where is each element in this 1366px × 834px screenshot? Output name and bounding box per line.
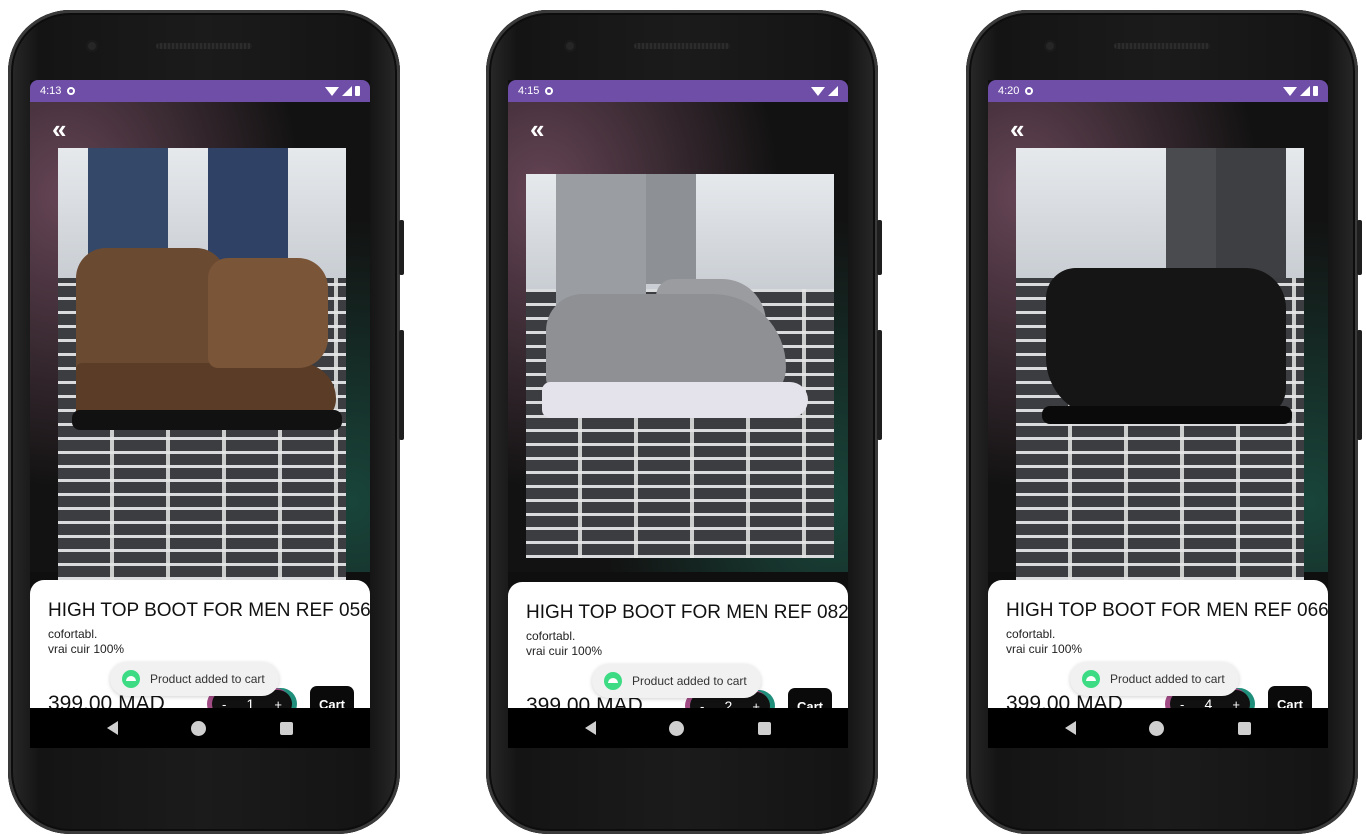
back-icon[interactable]: « [52, 116, 66, 142]
android-icon [1082, 670, 1100, 688]
toast-notification: Product added to cart [110, 662, 279, 696]
toast-notification: Product added to cart [592, 664, 761, 698]
battery-icon [355, 86, 360, 96]
product-card: HIGH TOP BOOT FOR MEN REF 082 cofortabl.… [508, 582, 848, 724]
product-image [526, 174, 834, 558]
screen: 4:20 « HIGH TOP BOOT FOR MEN REF 066 cof… [988, 80, 1328, 748]
wifi-icon [325, 86, 339, 96]
product-description: cofortabl. vrai cuir 100% [48, 627, 125, 656]
battery-icon [1313, 86, 1318, 96]
signal-icon [828, 86, 838, 96]
earpiece-speaker [634, 43, 730, 49]
back-icon[interactable]: « [1010, 116, 1024, 142]
shoe-shape [1046, 268, 1286, 418]
phone-3: 4:20 « HIGH TOP BOOT FOR MEN REF 066 cof… [966, 10, 1362, 834]
product-title: HIGH TOP BOOT FOR MEN REF 082 [526, 602, 848, 623]
power-button [399, 330, 404, 440]
navigation-bar [508, 708, 848, 748]
nav-home-icon[interactable] [191, 720, 207, 736]
android-icon [122, 670, 140, 688]
front-camera [564, 40, 576, 52]
status-bar: 4:20 [988, 80, 1328, 102]
product-title: HIGH TOP BOOT FOR MEN REF 056 [48, 600, 370, 621]
toast-text: Product added to cart [632, 674, 747, 688]
front-camera [86, 40, 98, 52]
product-description: cofortabl. vrai cuir 100% [1006, 627, 1083, 656]
nav-back-icon[interactable] [584, 721, 596, 735]
screen: 4:15 « HIGH TOP BOOT FOR MEN REF 082 cof… [508, 80, 848, 748]
toast-notification: Product added to cart [1070, 662, 1239, 696]
status-time: 4:13 [40, 85, 62, 97]
earpiece-speaker [156, 43, 252, 49]
status-time: 4:20 [998, 85, 1020, 97]
phone-2: 4:15 « HIGH TOP BOOT FOR MEN REF 082 cof… [486, 10, 882, 834]
product-description: cofortabl. vrai cuir 100% [526, 629, 603, 658]
android-icon [604, 672, 622, 690]
screen: 4:13 « HIGH TOP BOOT FOR MEN REF 056 cof… [30, 80, 370, 748]
nav-back-icon[interactable] [1064, 721, 1076, 735]
nav-back-icon[interactable] [106, 721, 118, 735]
volume-button [399, 220, 404, 275]
notification-icon [545, 87, 554, 95]
volume-button [1357, 220, 1362, 275]
volume-button [877, 220, 882, 275]
phone-1: 4:13 « HIGH TOP BOOT FOR MEN REF 056 cof… [8, 10, 404, 834]
nav-recents-icon[interactable] [758, 721, 772, 735]
nav-recents-icon[interactable] [280, 721, 294, 735]
wifi-icon [811, 86, 825, 96]
status-bar: 4:13 [30, 80, 370, 102]
toast-text: Product added to cart [1110, 672, 1225, 686]
signal-icon [342, 86, 352, 96]
toast-text: Product added to cart [150, 672, 265, 686]
back-icon[interactable]: « [530, 116, 544, 142]
product-title: HIGH TOP BOOT FOR MEN REF 066 [1006, 600, 1328, 621]
signal-icon [1300, 86, 1310, 96]
power-button [1357, 330, 1362, 440]
product-card: HIGH TOP BOOT FOR MEN REF 066 cofortabl.… [988, 580, 1328, 722]
status-time: 4:15 [518, 85, 540, 97]
navigation-bar [30, 708, 370, 748]
power-button [877, 330, 882, 440]
notification-icon [67, 87, 76, 95]
product-image [1016, 148, 1304, 580]
front-camera [1044, 40, 1056, 52]
product-image [58, 148, 346, 580]
status-bar: 4:15 [508, 80, 848, 102]
nav-home-icon[interactable] [1149, 720, 1165, 736]
nav-home-icon[interactable] [669, 720, 685, 736]
nav-recents-icon[interactable] [1238, 721, 1252, 735]
notification-icon [1025, 87, 1034, 95]
navigation-bar [988, 708, 1328, 748]
wifi-icon [1283, 86, 1297, 96]
earpiece-speaker [1114, 43, 1210, 49]
product-card: HIGH TOP BOOT FOR MEN REF 056 cofortabl.… [30, 580, 370, 722]
